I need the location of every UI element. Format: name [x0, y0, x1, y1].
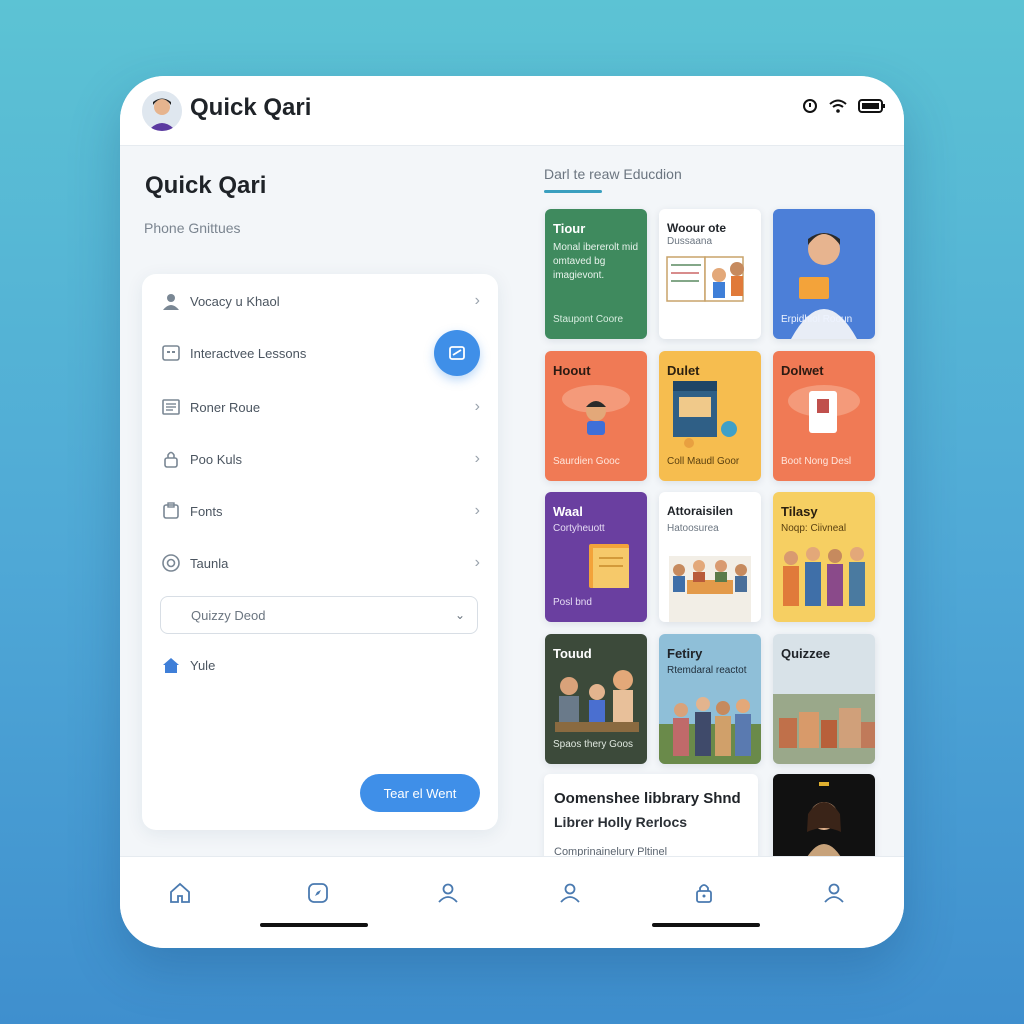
chevron-right-icon: ›: [474, 554, 480, 571]
lock-icon: [160, 448, 182, 470]
students-photo-illustration: [659, 697, 761, 764]
user-icon: [160, 290, 182, 312]
section-title: Darl te reaw Educdion: [544, 166, 682, 182]
tile-footer: Spaos thery Goos: [553, 739, 634, 750]
library-card[interactable]: Oomenshee libbrary Shnd Librer Holly Rer…: [544, 774, 758, 864]
tile-footer: Staupont Coore: [553, 314, 624, 325]
menu-item-label: Poo Kuls: [190, 451, 243, 467]
profile-icon[interactable]: [434, 879, 462, 907]
top-bar: Quick Qari: [120, 76, 904, 146]
tile-footer: Posl bnd: [553, 597, 592, 608]
lesson-tile[interactable]: Tilasy Noqp: Ciivneal: [773, 492, 875, 622]
library-card-subtitle: Librer Holly Rerlocs: [554, 814, 688, 830]
menu-item-home[interactable]: Yule: [142, 642, 498, 688]
target-icon: [160, 552, 182, 574]
menu-item-label: Vocacy u Khaol: [190, 293, 280, 309]
menu-item-label: Fonts: [190, 503, 223, 519]
quiz-select-value: Quizzy Deod: [191, 607, 266, 623]
menu-item-label: Roner Roue: [190, 399, 261, 415]
section-underline: [544, 190, 602, 193]
lesson-tile[interactable]: Hoout Saurdien Gooc: [545, 351, 647, 481]
primary-action-button[interactable]: Tear el Went: [360, 774, 480, 812]
menu-card: Vocacy u Khaol › Interactvee Lessons Ron…: [142, 274, 498, 830]
chevron-right-icon: ›: [474, 398, 480, 415]
left-panel: Quick Qari Phone Gnittues Vocacy u Khaol…: [120, 146, 510, 856]
lesson-tile[interactable]: Dulet Coll Maudl Goor: [659, 351, 761, 481]
group-photo-illustration: [783, 547, 865, 606]
avatar[interactable]: [142, 91, 182, 131]
tile-footer: Boot Nong Desl: [781, 456, 852, 467]
compose-button[interactable]: [434, 330, 480, 376]
lesson-tile[interactable]: Fetiry Rtemdaral reactot: [659, 634, 761, 764]
lesson-tile[interactable]: Quizzee: [773, 634, 875, 764]
account-icon[interactable]: [556, 879, 584, 907]
alarm-icon: [802, 98, 818, 119]
wifi-icon: [828, 98, 848, 119]
chevron-down-icon: ⌄: [454, 608, 465, 622]
tile-footer: Saurdien Gooc: [553, 456, 620, 467]
battery-icon: [858, 99, 886, 118]
page-subtitle: Phone Gnittues: [144, 220, 241, 236]
chevron-right-icon: ›: [474, 292, 480, 309]
chevron-right-icon: ›: [474, 502, 480, 519]
lock-icon[interactable]: [690, 879, 718, 907]
tile-title: Tiour: [553, 221, 586, 236]
app-window: Quick Qari Quick Qari Phone Gnittues Voc…: [120, 76, 904, 948]
document-icon: [160, 396, 182, 418]
lesson-tile[interactable]: Woour ote Dussaana: [659, 209, 761, 339]
menu-item-label: Taunla: [190, 555, 229, 571]
menu-item-label: Interactvee Lessons: [190, 345, 307, 361]
app-title: Quick Qari: [190, 94, 312, 121]
menu-item-vocacy[interactable]: Vocacy u Khaol ›: [142, 278, 498, 324]
home-icon: [160, 654, 182, 676]
compass-icon[interactable]: [304, 879, 332, 907]
menu-item-roner-roue[interactable]: Roner Roue ›: [142, 384, 498, 430]
content-grid: Darl te reaw Educdion Tiour Monal iberer…: [530, 146, 904, 864]
person-icon[interactable]: [820, 879, 848, 907]
page-title: Quick Qari: [145, 172, 267, 199]
status-icons: [802, 98, 886, 119]
home-indicator-right: [652, 923, 760, 927]
compose-icon: [449, 346, 465, 360]
menu-item-poo-kuls[interactable]: Poo Kuls ›: [142, 436, 498, 482]
group-study-illustration: [669, 556, 751, 622]
tile-footer: Coll Maudl Goor: [667, 456, 740, 467]
lesson-tile[interactable]: Touud Spaos thery Goos: [545, 634, 647, 764]
quiz-select[interactable]: Quizzy Deod ⌄: [160, 596, 478, 634]
tile-footer: Erpidhiol Rooun: [781, 314, 853, 325]
lesson-tile[interactable]: Attoraisilen Hatoosurea: [659, 492, 761, 622]
lesson-tile[interactable]: Tiour Monal ibererolt mid omtaved bg ima…: [545, 209, 647, 339]
city-illustration: [773, 694, 875, 764]
home-indicator-left: [260, 923, 368, 927]
bottom-nav: [120, 856, 904, 948]
portrait-illustration: [803, 782, 845, 864]
lesson-tile[interactable]: [773, 774, 875, 864]
lesson-tile[interactable]: Waal Cortyheuott Posl bnd: [545, 492, 647, 622]
menu-item-label: Yule: [190, 657, 216, 673]
lesson-tile[interactable]: Dolwet Boot Nong Desl: [773, 351, 875, 481]
tile-subtitle: Monal ibererolt mid omtaved bg imagievon…: [553, 242, 639, 281]
menu-item-taunla[interactable]: Taunla ›: [142, 540, 498, 586]
menu-item-fonts[interactable]: Fonts ›: [142, 488, 498, 534]
lesson-icon: [160, 342, 182, 364]
folder-icon: [160, 500, 182, 522]
library-card-title: Oomenshee libbrary Shnd: [554, 790, 741, 807]
lesson-tile[interactable]: Erpidhiol Rooun: [773, 209, 875, 339]
book-illustration: [666, 256, 744, 302]
home-icon[interactable]: [166, 879, 194, 907]
chevron-right-icon: ›: [474, 450, 480, 467]
